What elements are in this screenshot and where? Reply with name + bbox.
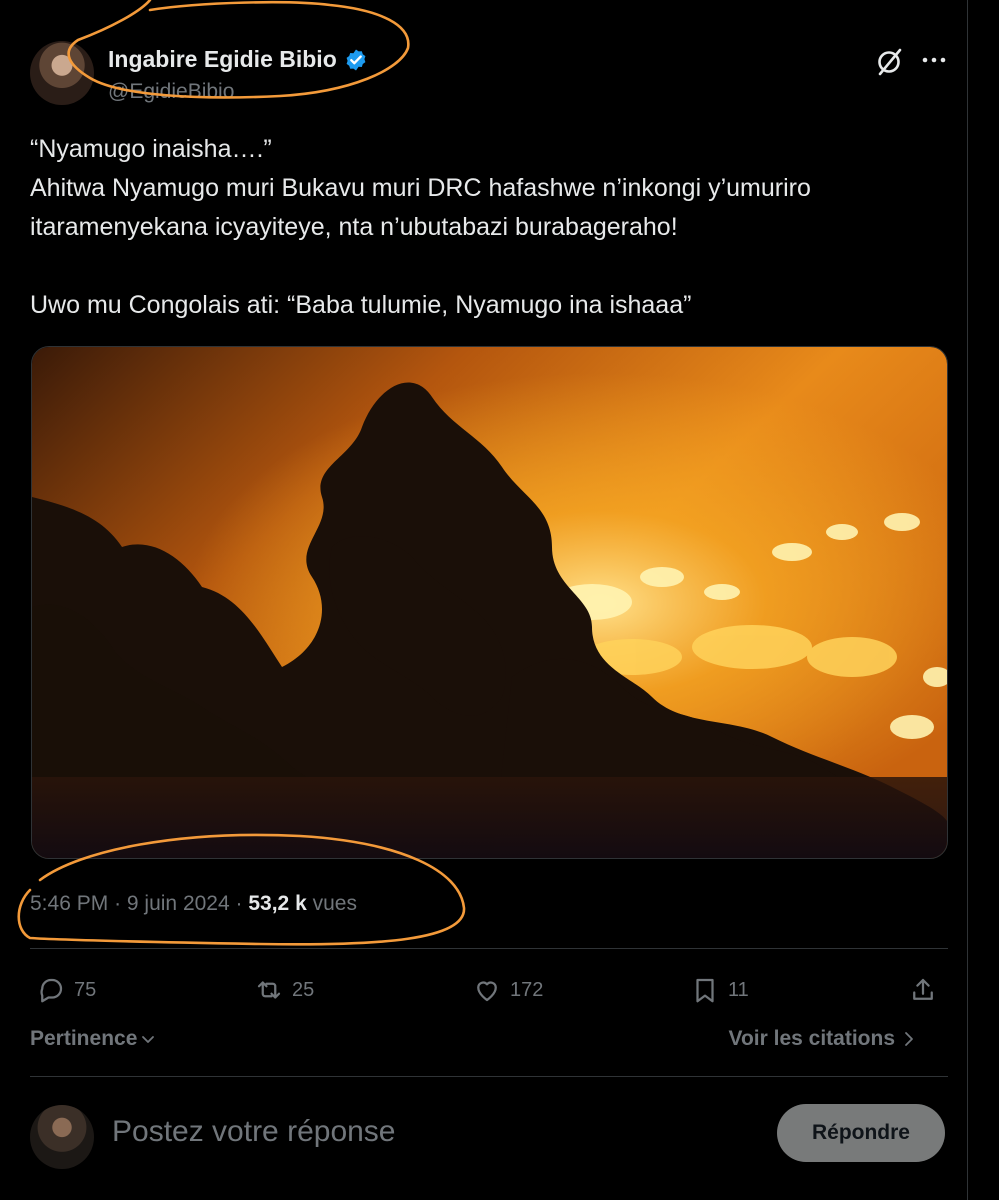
repost-icon: [257, 981, 281, 999]
share-icon: [913, 978, 933, 1000]
views-count: 53,2 k: [248, 892, 307, 915]
tweet-text-line: Ahitwa Nyamugo muri Bukavu muri DRC hafa…: [30, 174, 811, 202]
author-handle[interactable]: @EgidieBibio: [108, 80, 234, 104]
views-label: vues: [312, 892, 357, 915]
tweet-date[interactable]: 9 juin 2024: [127, 892, 230, 915]
chevron-right-icon: [905, 1032, 913, 1046]
tweet-panel: Ingabire Egidie Bibio @EgidieBibio “Nyam…: [0, 0, 968, 1200]
reply-input[interactable]: Postez votre réponse: [112, 1115, 396, 1149]
tweet-media[interactable]: [31, 346, 948, 859]
author-name-row[interactable]: Ingabire Egidie Bibio: [108, 46, 368, 73]
sort-label: Pertinence: [30, 1027, 138, 1050]
view-quotes-link[interactable]: Voir les citations: [729, 1027, 916, 1051]
fire-scene-image[interactable]: [32, 347, 948, 859]
sort-dropdown[interactable]: Pertinence: [30, 1027, 157, 1051]
divider: [30, 1076, 948, 1077]
current-user-avatar[interactable]: [30, 1105, 94, 1169]
bookmark-icon: [696, 978, 714, 1003]
tweet-time[interactable]: 5:46 PM: [30, 892, 108, 915]
author-display-name[interactable]: Ingabire Egidie Bibio: [108, 46, 337, 73]
bookmark-button[interactable]: 11: [690, 968, 749, 1012]
like-count: 172: [510, 978, 544, 1001]
tweet-text-line: Uwo mu Congolais ati: “Baba tulumie, Nya…: [30, 291, 692, 319]
repost-count: 25: [292, 978, 315, 1001]
reply-button[interactable]: 75: [36, 968, 96, 1012]
divider: [30, 948, 948, 949]
repost-button[interactable]: 25: [254, 968, 314, 1012]
bookmark-count: 11: [728, 978, 749, 1001]
reply-submit-button[interactable]: Répondre: [777, 1104, 945, 1162]
tweet-text-line: “Nyamugo inaisha….”: [30, 135, 272, 163]
tweet-text: “Nyamugo inaisha….” Ahitwa Nyamugo muri …: [30, 130, 940, 325]
action-bar: 75 25 172 11: [30, 968, 948, 1012]
chevron-down-icon: [142, 1036, 155, 1043]
more-options-icon[interactable]: [921, 55, 947, 65]
reply-icon: [40, 978, 63, 1003]
meta-separator: ·: [235, 892, 243, 915]
tweet-meta: 5:46 PM · 9 juin 2024 · 53,2 k vues: [30, 892, 357, 916]
reply-count: 75: [74, 978, 97, 1001]
meta-separator: ·: [114, 892, 122, 915]
verified-badge-icon: [346, 49, 366, 70]
grok-icon[interactable]: [872, 44, 908, 80]
tweet-text-line: itaramenyekana icyayiteye, nta n’ubutaba…: [30, 213, 678, 241]
share-button[interactable]: [908, 968, 938, 1012]
author-avatar[interactable]: [30, 41, 94, 105]
heart-icon: [477, 981, 497, 1002]
view-quotes-label: Voir les citations: [728, 1027, 896, 1050]
like-button[interactable]: 172: [472, 968, 543, 1012]
